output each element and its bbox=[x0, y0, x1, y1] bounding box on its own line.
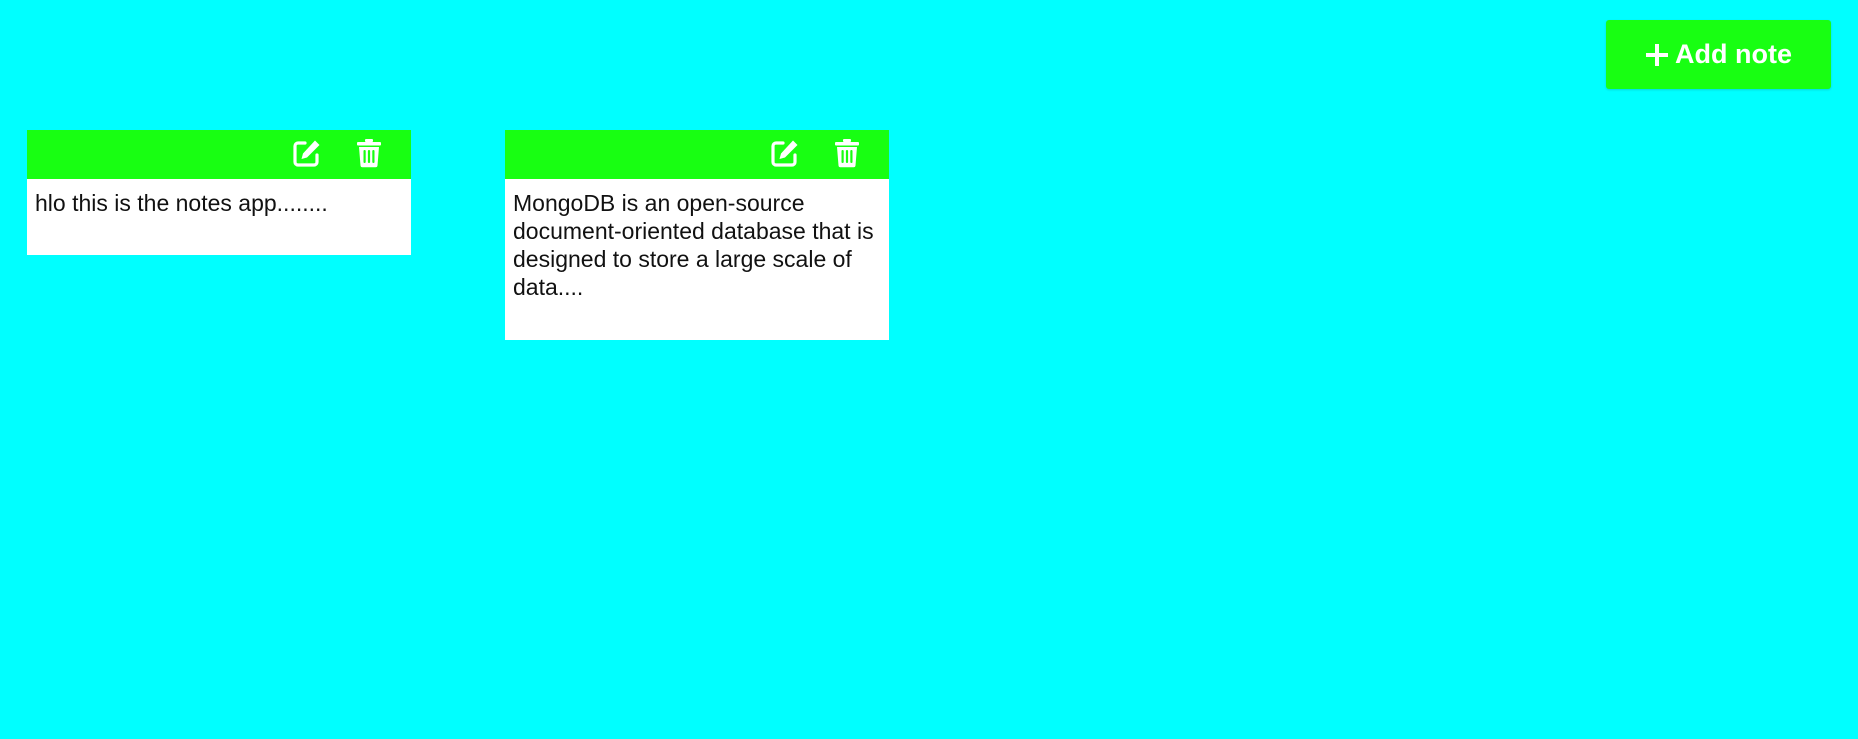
add-note-button[interactable]: Add note bbox=[1606, 20, 1831, 89]
edit-icon bbox=[292, 138, 322, 173]
note-card: hlo this is the notes app........ bbox=[27, 130, 411, 255]
plus-icon bbox=[1645, 43, 1669, 67]
note-card: MongoDB is an open-source document-orien… bbox=[505, 130, 889, 340]
note-header bbox=[27, 130, 411, 179]
note-text: MongoDB is an open-source document-orien… bbox=[513, 190, 874, 300]
trash-icon bbox=[355, 138, 383, 173]
add-note-label: Add note bbox=[1675, 39, 1792, 69]
note-text: hlo this is the notes app........ bbox=[35, 190, 328, 216]
edit-icon bbox=[770, 138, 800, 173]
note-header bbox=[505, 130, 889, 179]
trash-icon bbox=[833, 138, 861, 173]
delete-note-button[interactable] bbox=[830, 138, 864, 172]
edit-note-button[interactable] bbox=[768, 138, 802, 172]
edit-note-button[interactable] bbox=[290, 138, 324, 172]
delete-note-button[interactable] bbox=[352, 138, 386, 172]
